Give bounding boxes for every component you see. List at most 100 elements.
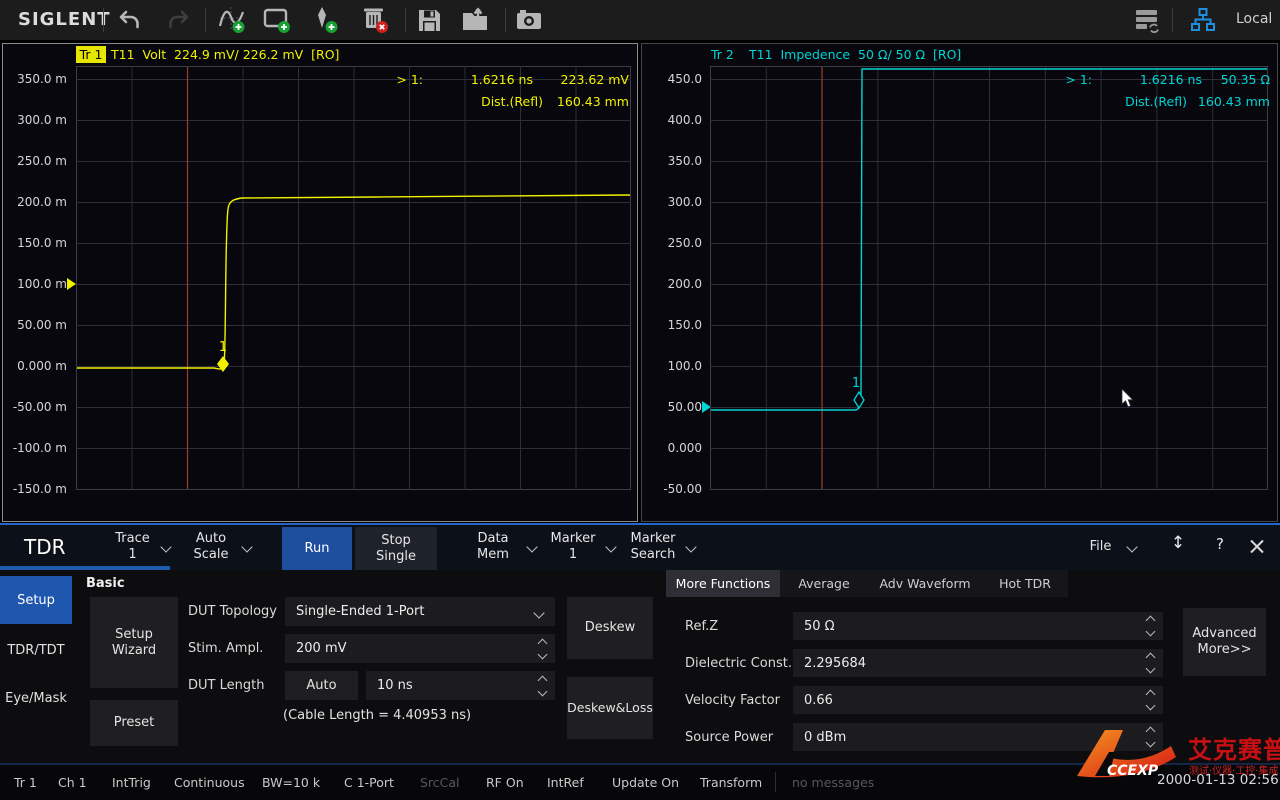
trace1-header: T11 Volt 224.9 mV/ 226.2 mV [RO] bbox=[111, 47, 339, 62]
axis-label: 50.00 bbox=[644, 400, 702, 414]
dielectric-const-value: 2.295684 bbox=[804, 656, 866, 671]
add-window-icon bbox=[262, 5, 292, 35]
toolbar-separator bbox=[1172, 8, 1173, 32]
delete-button[interactable] bbox=[358, 3, 392, 37]
setup-wizard-l1: Setup bbox=[112, 627, 156, 643]
resize-panel-button[interactable]: ↕ bbox=[1168, 536, 1188, 552]
dielectric-const-input[interactable]: 2.295684 bbox=[793, 649, 1163, 677]
dielectric-const-stepper[interactable] bbox=[1147, 649, 1154, 677]
ref-z-input[interactable]: 50 Ω bbox=[793, 612, 1163, 640]
axis-label: 0.000 m bbox=[9, 359, 67, 373]
cable-length-note: (Cable Length = 4.40953 ns) bbox=[283, 708, 471, 723]
tab-hot-tdr[interactable]: Hot TDR bbox=[982, 570, 1068, 597]
dut-length-stepper[interactable] bbox=[539, 671, 546, 700]
status-bandwidth: BW=10 k bbox=[262, 775, 320, 790]
menu-autoscale-l2: Scale bbox=[180, 547, 242, 563]
add-window-button[interactable] bbox=[260, 3, 294, 37]
toolbar-separator bbox=[505, 8, 506, 32]
axis-label: 200.0 bbox=[644, 277, 702, 291]
setup-wizard-button[interactable]: SetupWizard bbox=[90, 597, 178, 688]
datamem-l2: Mem bbox=[462, 547, 524, 563]
menu-file[interactable]: File bbox=[1078, 539, 1123, 555]
tdr-impedance-plot[interactable]: 1 bbox=[710, 66, 1268, 490]
undo-button[interactable] bbox=[112, 3, 146, 37]
add-marker-button[interactable] bbox=[308, 3, 342, 37]
velocity-factor-input[interactable]: 0.66 bbox=[793, 686, 1163, 714]
sidebar-item-eye-mask[interactable]: Eye/Mask bbox=[0, 678, 72, 718]
toolbar-separator bbox=[205, 8, 206, 32]
source-power-input[interactable]: 0 dBm bbox=[793, 723, 1163, 751]
screenshot-button[interactable] bbox=[512, 3, 546, 37]
axis-label: 150.0 m bbox=[9, 236, 67, 250]
menu-trace[interactable]: Trace 1 bbox=[100, 531, 165, 562]
chevron-down-icon bbox=[1146, 701, 1156, 711]
menu-marker-search[interactable]: Marker Search bbox=[622, 531, 684, 562]
advanced-l1: Advanced bbox=[1192, 626, 1256, 642]
system-info-button[interactable] bbox=[1130, 3, 1164, 37]
dut-length-input[interactable]: 10 ns bbox=[366, 671, 555, 700]
marker-x: 1.6216 ns bbox=[433, 72, 533, 87]
stim-ampl-stepper[interactable] bbox=[539, 634, 546, 663]
menu-auto-scale[interactable]: Auto Scale bbox=[180, 531, 242, 562]
status-channel: Ch 1 bbox=[58, 775, 87, 790]
advanced-more-button[interactable]: AdvancedMore>> bbox=[1183, 608, 1266, 676]
chart-window-2[interactable]: Tr 2 T11 Impedence 50 Ω/ 50 Ω [RO] 450.0… bbox=[641, 43, 1278, 522]
help-button[interactable]: ? bbox=[1210, 537, 1230, 553]
add-trace-button[interactable] bbox=[215, 3, 249, 37]
tab-more-functions[interactable]: More Functions bbox=[666, 570, 780, 597]
local-remote-indicator[interactable]: Local bbox=[1236, 11, 1272, 27]
save-button[interactable] bbox=[412, 3, 446, 37]
dut-length-auto-button[interactable]: Auto bbox=[285, 671, 358, 700]
toolbar-separator bbox=[405, 8, 406, 32]
menu-marker-1[interactable]: Marker 1 bbox=[542, 531, 604, 562]
redo-button[interactable] bbox=[162, 3, 196, 37]
dut-length-label: DUT Length bbox=[188, 671, 264, 700]
preset-button[interactable]: Preset bbox=[90, 700, 178, 746]
tab-adv-waveform[interactable]: Adv Waveform bbox=[868, 570, 982, 597]
status-update: Update On bbox=[612, 775, 679, 790]
stop-single-button[interactable]: StopSingle bbox=[355, 527, 437, 570]
trace1-tab[interactable]: Tr 1 bbox=[76, 46, 106, 63]
chart-window-1[interactable]: Tr 1 T11 Volt 224.9 mV/ 226.2 mV [RO] 35… bbox=[2, 43, 638, 522]
ref-z-value: 50 Ω bbox=[804, 619, 835, 634]
sidebar-item-tdr-tdt[interactable]: TDR/TDT bbox=[0, 630, 72, 670]
run-button[interactable]: Run bbox=[282, 527, 352, 570]
axis-label: -50.00 bbox=[644, 482, 702, 496]
menu-trace-l2: 1 bbox=[100, 547, 165, 563]
marker1-l2: 1 bbox=[542, 547, 604, 563]
velocity-factor-stepper[interactable] bbox=[1147, 686, 1154, 714]
source-power-stepper[interactable] bbox=[1147, 723, 1154, 751]
dut-topology-select[interactable]: Single-Ended 1-Port bbox=[285, 597, 555, 626]
chevron-down-icon bbox=[1146, 627, 1156, 637]
deskew-loss-button[interactable]: Deskew&Loss bbox=[567, 677, 653, 739]
tab-average[interactable]: Average bbox=[780, 570, 868, 597]
stop-l2: Single bbox=[376, 549, 416, 565]
reference-level-marker[interactable] bbox=[67, 278, 76, 290]
recall-button[interactable] bbox=[458, 3, 492, 37]
close-menu-button[interactable] bbox=[1249, 539, 1264, 554]
sidebar-item-setup[interactable]: Setup bbox=[0, 576, 72, 624]
marker-id: > 1: bbox=[333, 72, 423, 87]
ref-z-stepper[interactable] bbox=[1147, 612, 1154, 640]
velocity-factor-label: Velocity Factor bbox=[685, 686, 780, 714]
trace2-tab[interactable]: Tr 2 bbox=[711, 47, 734, 62]
stim-ampl-input[interactable]: 200 mV bbox=[285, 634, 555, 663]
chevron-down-icon bbox=[538, 649, 548, 659]
chevron-down-icon bbox=[1146, 738, 1156, 748]
axis-label: 0.000 bbox=[644, 441, 702, 455]
siglent-logo: SIGLENT bbox=[18, 9, 111, 30]
chevron-down-icon bbox=[1126, 541, 1137, 552]
stim-ampl-value: 200 mV bbox=[296, 641, 347, 656]
lan-status-button[interactable] bbox=[1186, 3, 1220, 37]
dut-topology-value: Single-Ended 1-Port bbox=[296, 604, 424, 619]
save-icon bbox=[416, 7, 443, 34]
deskew-button[interactable]: Deskew bbox=[567, 597, 653, 659]
status-separator bbox=[775, 772, 776, 792]
chevron-up-icon bbox=[538, 638, 548, 648]
tdr-volt-plot[interactable]: 1 bbox=[76, 66, 631, 490]
menu-data-mem[interactable]: Data Mem bbox=[462, 531, 524, 562]
marker-y: 50.35 Ω bbox=[1187, 72, 1270, 87]
marker1-point-label: 1 bbox=[852, 376, 860, 391]
status-trigger: IntTrig bbox=[112, 775, 151, 790]
undo-icon bbox=[116, 7, 142, 33]
